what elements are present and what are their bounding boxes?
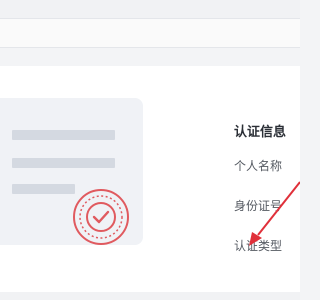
- card-line-placeholder: [12, 130, 115, 140]
- field-label-id-number: 身份证号: [234, 199, 283, 213]
- section-title: 认证信息: [234, 125, 287, 140]
- toolbar: [0, 18, 300, 48]
- card-line-placeholder: [12, 158, 115, 168]
- card-line-placeholder: [12, 184, 75, 194]
- field-label-personal-name: 个人名称: [234, 159, 283, 173]
- bottom-edge: [0, 292, 300, 300]
- verified-stamp-icon: [73, 189, 129, 245]
- field-label-verification-type: 认证类型: [234, 239, 283, 253]
